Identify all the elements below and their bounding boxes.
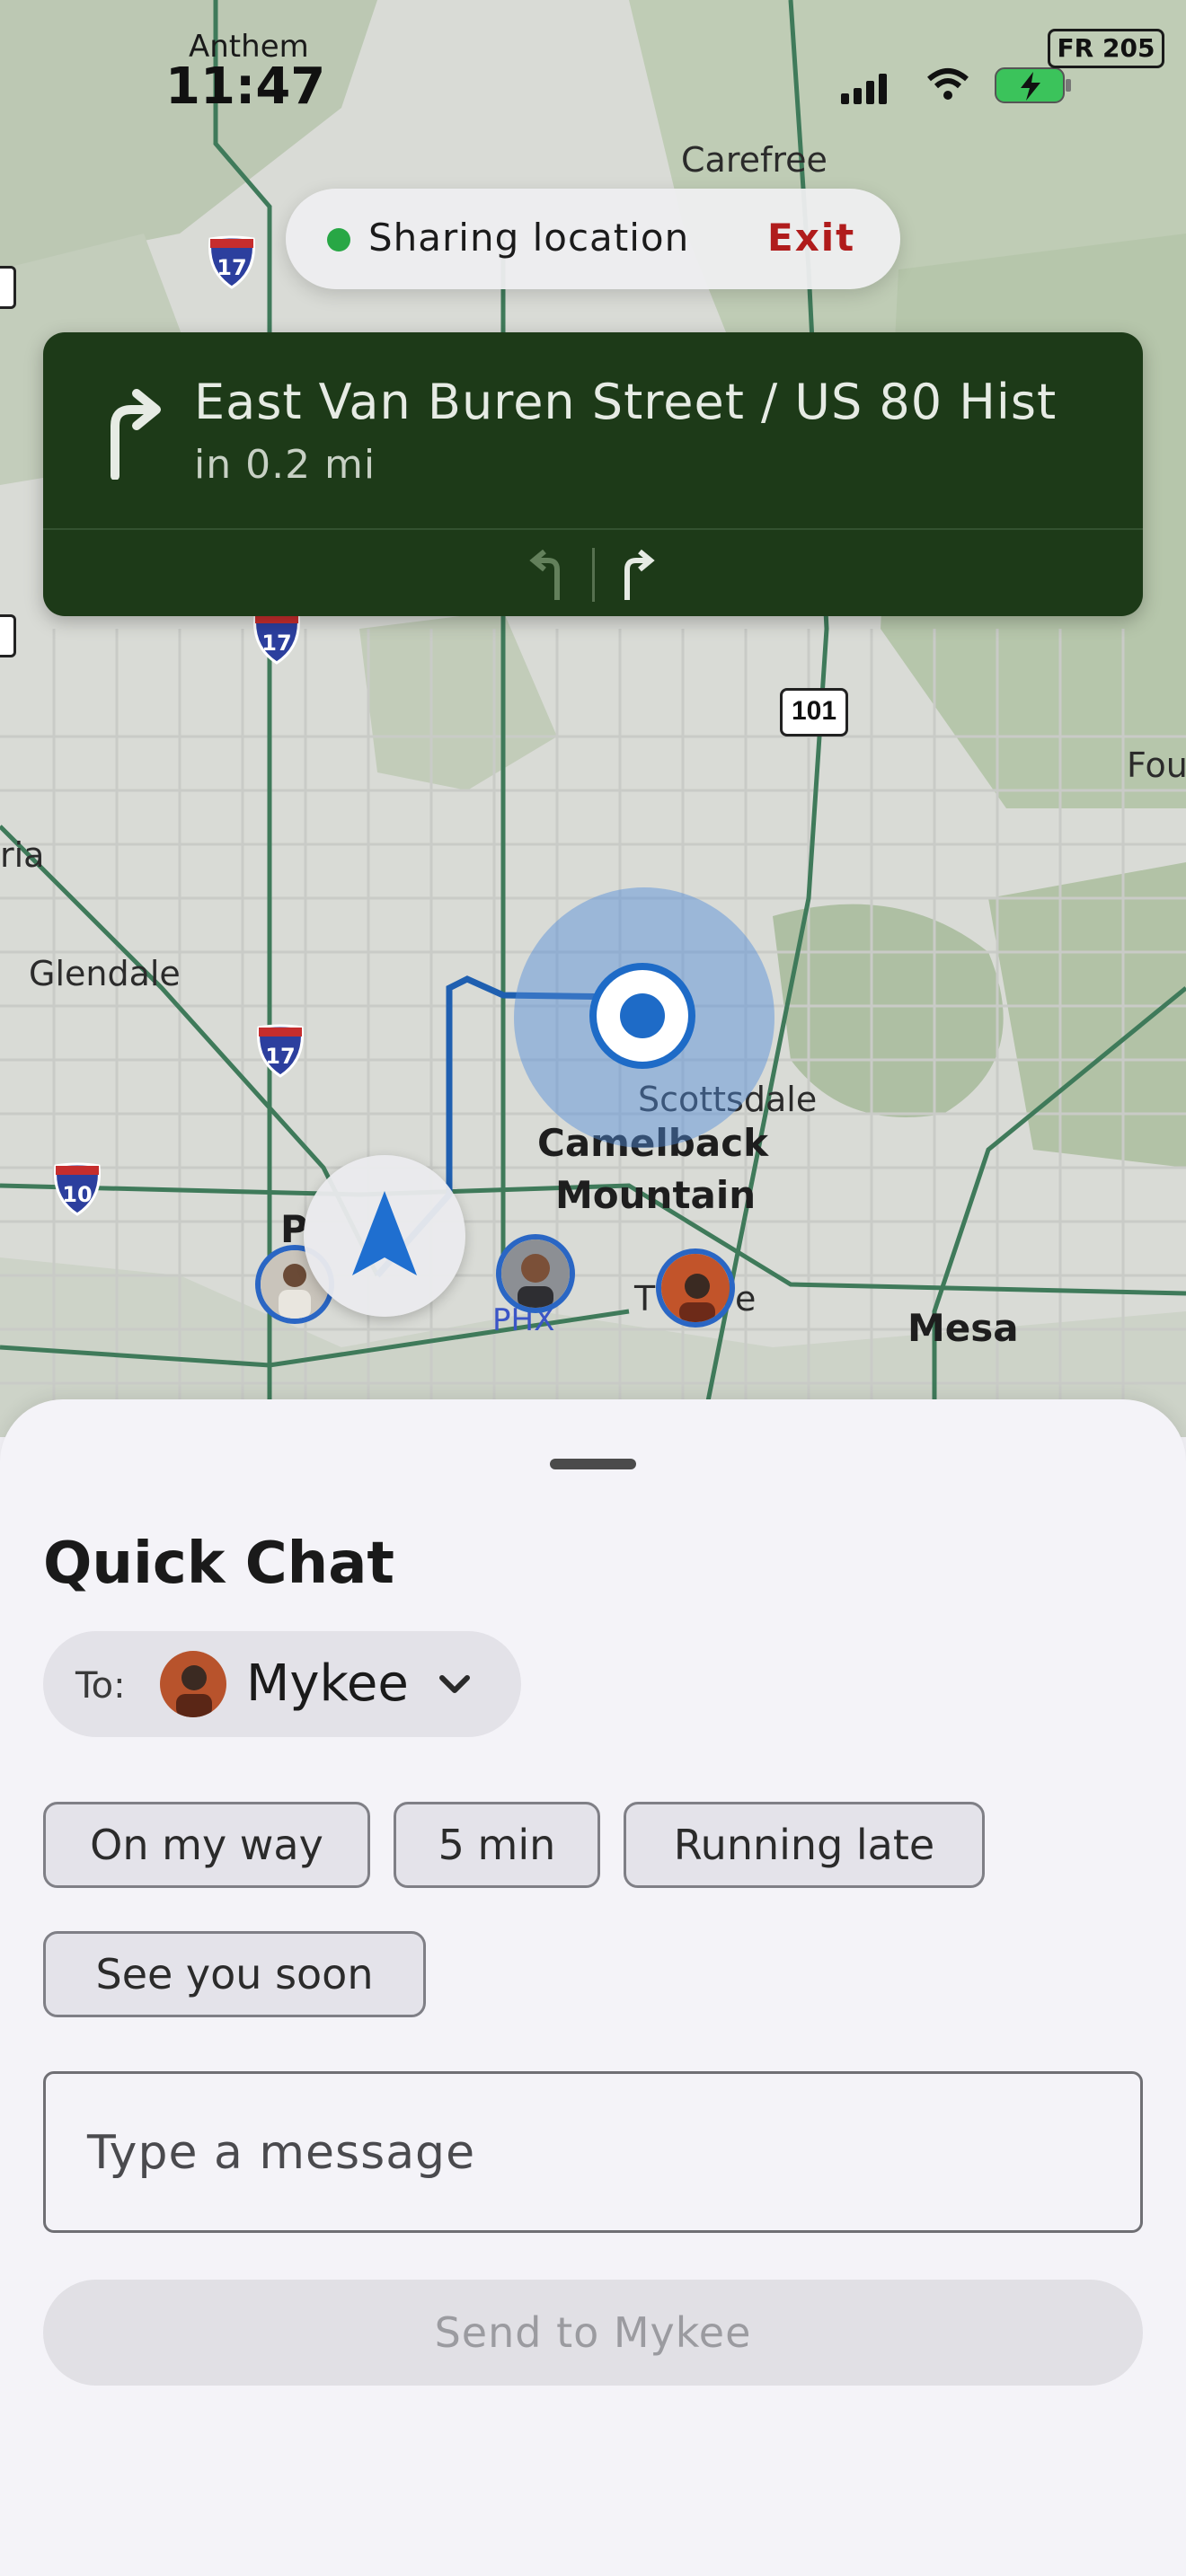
- edge-shield-icon: [0, 266, 16, 309]
- map-label-tempe-t: T: [634, 1279, 656, 1319]
- friend-avatar-marker[interactable]: [656, 1248, 735, 1328]
- interstate-17-shield-icon: 17: [257, 1024, 304, 1078]
- person-avatar-icon: [160, 1651, 226, 1717]
- quick-reply-chip[interactable]: On my way: [43, 1802, 370, 1888]
- map-label-tempe-e: e: [735, 1279, 757, 1319]
- turn-right-lane-icon: [624, 549, 655, 600]
- user-location-dot-center: [620, 993, 665, 1038]
- svg-text:17: 17: [261, 631, 291, 656]
- person-avatar-icon: [661, 1254, 730, 1322]
- recipient-selector[interactable]: To: Mykee: [43, 1631, 521, 1737]
- status-time: 11:47: [165, 57, 326, 116]
- map-label-four: Four: [1127, 745, 1186, 785]
- quick-reply-chip[interactable]: Running late: [624, 1802, 985, 1888]
- map-label-mountain: Mountain: [555, 1173, 757, 1217]
- message-placeholder: Type a message: [87, 2126, 476, 2180]
- sharing-location-pill: Sharing location Exit: [286, 189, 900, 289]
- interstate-10-shield-icon: 10: [54, 1162, 101, 1216]
- sheet-grabber-handle[interactable]: [550, 1459, 636, 1469]
- navigation-distance: in 0.2 mi: [194, 442, 376, 488]
- turn-left-lane-icon: [529, 549, 560, 600]
- sheet-title: Quick Chat: [43, 1531, 394, 1597]
- chevron-down-icon: [439, 1675, 470, 1693]
- cellular-signal-icon: [841, 74, 887, 104]
- status-badge: FR 205: [1048, 29, 1164, 68]
- send-button[interactable]: Send to Mykee: [43, 2280, 1143, 2386]
- map-label-ria: ria: [0, 835, 45, 875]
- svg-text:17: 17: [265, 1044, 295, 1069]
- interstate-17-shield-icon: 17: [208, 235, 255, 289]
- navigation-street-name: East Van Buren Street / US 80 Hist: [194, 374, 1058, 430]
- wifi-icon: [927, 68, 969, 100]
- to-label: To:: [75, 1665, 126, 1707]
- friend-avatar-marker[interactable]: [496, 1234, 575, 1313]
- us-101-shield-icon: 101: [780, 688, 848, 737]
- svg-text:10: 10: [62, 1182, 92, 1207]
- map-label-carefree: Carefree: [681, 140, 828, 180]
- navigation-divider: [43, 528, 1143, 530]
- quick-reply-chip[interactable]: See you soon: [43, 1931, 426, 2017]
- message-input[interactable]: Type a message: [43, 2071, 1143, 2233]
- navigation-banner[interactable]: East Van Buren Street / US 80 Hist in 0.…: [43, 332, 1143, 616]
- map-view[interactable]: Carefree Glendale ria Four Scottsdale Ca…: [0, 0, 1186, 1437]
- map-label-mesa: Mesa: [907, 1306, 1019, 1350]
- svg-text:17: 17: [217, 255, 246, 280]
- quick-reply-chip[interactable]: 5 min: [394, 1802, 600, 1888]
- recipient-name: Mykee: [246, 1654, 409, 1713]
- navigation-arrow-icon: [352, 1191, 417, 1275]
- interstate-17-shield-icon: 17: [253, 611, 300, 665]
- exit-sharing-button[interactable]: Exit: [767, 216, 855, 260]
- quick-chat-sheet: Quick Chat To: Mykee On my way 5 min Run…: [0, 1399, 1186, 2576]
- edge-shield-icon: [0, 614, 16, 657]
- lane-separator: [592, 548, 595, 602]
- user-location-dot[interactable]: [589, 963, 695, 1069]
- recenter-button[interactable]: [304, 1155, 465, 1317]
- sharing-location-label: Sharing location: [368, 216, 690, 260]
- battery-charging-icon: [995, 67, 1071, 103]
- status-bar: Anthem 11:47 FR 205: [0, 0, 1186, 117]
- person-avatar-icon: [501, 1239, 570, 1308]
- map-label-glendale: Glendale: [29, 954, 181, 993]
- turn-right-icon: [111, 389, 161, 480]
- sharing-status-dot: [327, 228, 350, 251]
- recipient-avatar: [160, 1651, 226, 1717]
